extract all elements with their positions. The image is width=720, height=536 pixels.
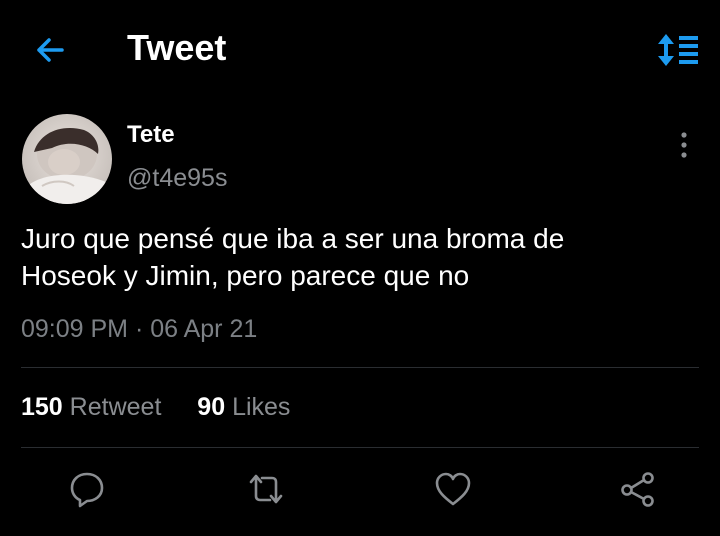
retweets-stat[interactable]: 150 Retweet <box>21 393 168 421</box>
reply-button[interactable] <box>66 468 108 510</box>
retweets-label: Retweet <box>69 393 162 421</box>
divider <box>21 367 699 368</box>
share-button[interactable] <box>617 468 659 510</box>
tweet-timestamp: 09:09 PM · 06 Apr 21 <box>21 315 258 343</box>
back-button[interactable] <box>30 32 70 68</box>
share-icon <box>621 472 654 507</box>
likes-count: 90 <box>197 393 226 421</box>
reply-icon <box>70 472 104 508</box>
heart-icon <box>435 472 471 506</box>
tweet-text: Juro que pensé que iba a ser una broma d… <box>21 220 701 294</box>
likes-stat[interactable]: 90 Likes <box>190 393 290 421</box>
sort-icon <box>658 34 698 66</box>
tweet-text-line: Hoseok y Jimin, pero parece que no <box>21 260 470 291</box>
divider <box>21 447 699 448</box>
page-title: Tweet <box>127 27 227 68</box>
more-options-button[interactable] <box>670 128 698 162</box>
top-bar: Tweet <box>0 0 720 100</box>
like-button[interactable] <box>432 468 474 510</box>
likes-label: Likes <box>232 393 291 421</box>
tweet-text-line: Juro que pensé que iba a ser una broma d… <box>21 223 565 254</box>
author-handle[interactable]: @t4e95s <box>127 164 227 193</box>
engagement-stats: 150 Retweet 90 Likes <box>21 393 290 422</box>
avatar[interactable] <box>22 114 112 204</box>
retweet-button[interactable] <box>245 468 287 510</box>
arrow-left-icon <box>37 38 64 62</box>
sort-button[interactable] <box>654 31 700 69</box>
retweet-icon <box>249 474 283 504</box>
author-name[interactable]: Tete <box>127 121 175 149</box>
more-vertical-icon <box>681 132 687 158</box>
retweets-count: 150 <box>21 393 63 421</box>
avatar-photo <box>22 128 112 204</box>
